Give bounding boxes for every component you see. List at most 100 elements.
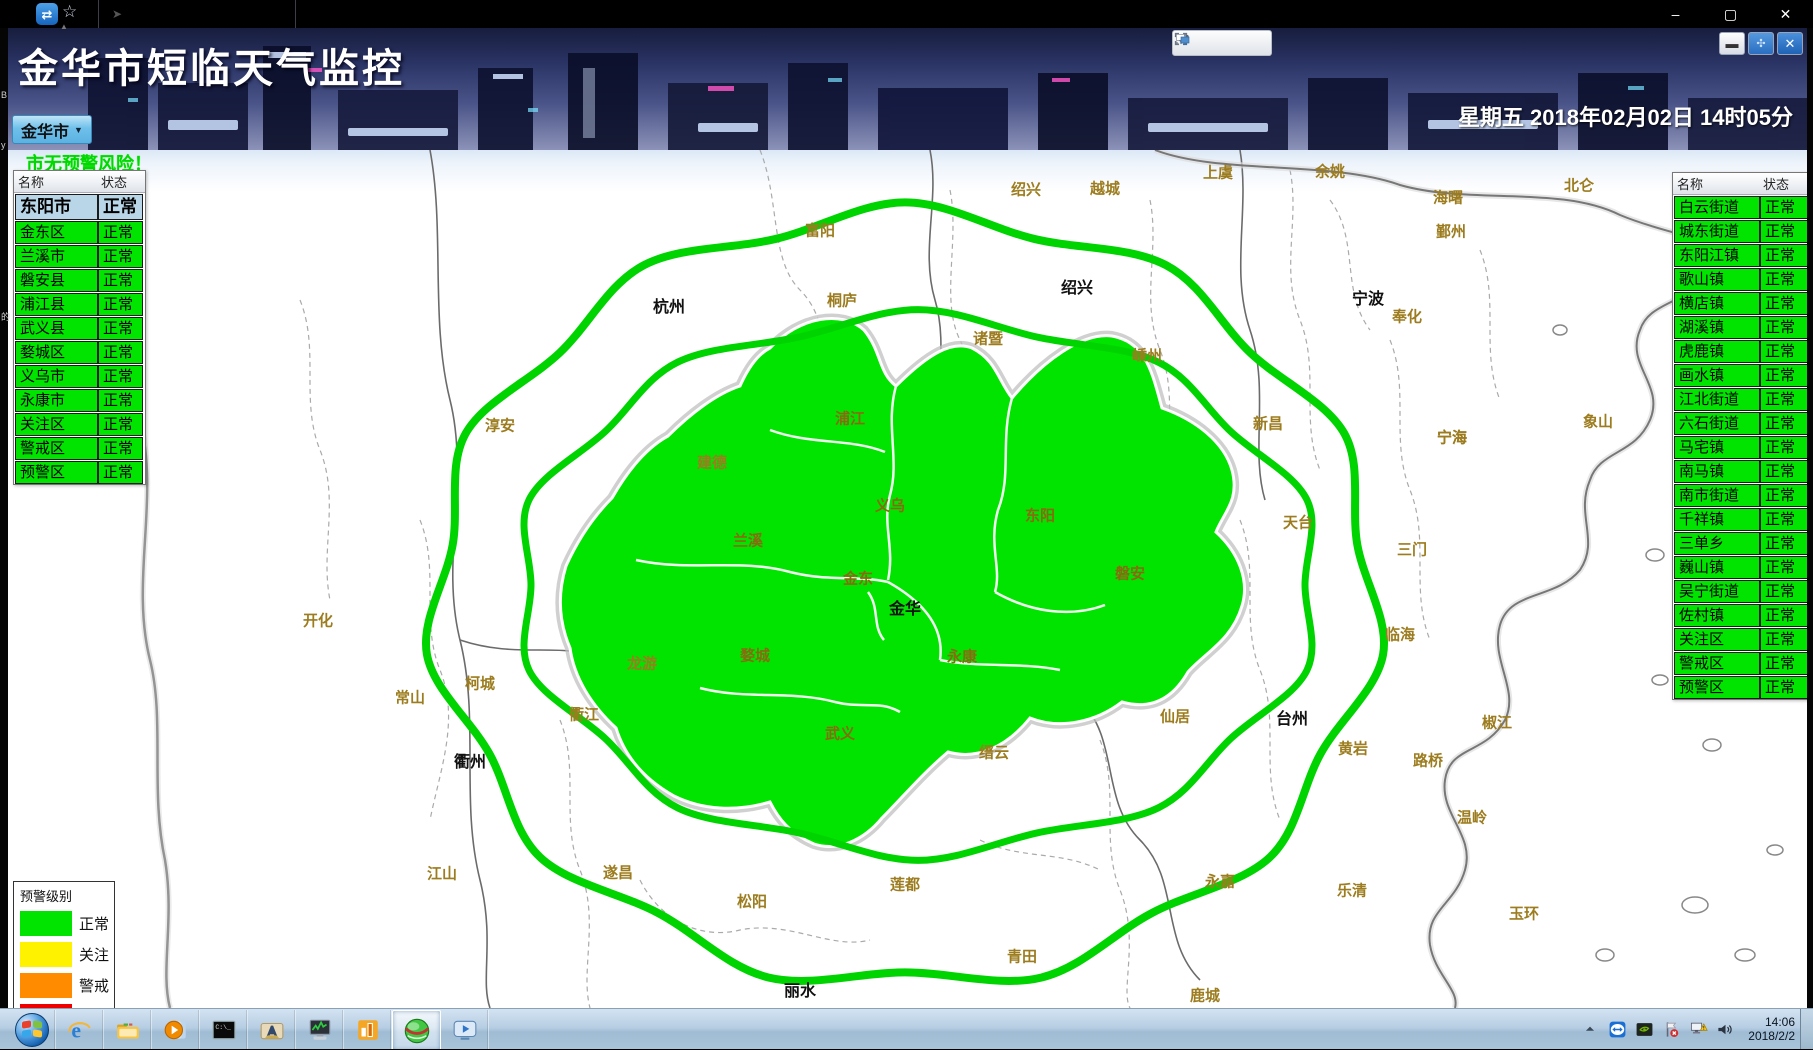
table-row[interactable]: 六石街道正常 xyxy=(1673,411,1807,435)
row-name: 南市街道 xyxy=(1674,484,1760,507)
map-label: 金华 xyxy=(889,595,921,619)
map-label: 江山 xyxy=(427,863,457,884)
chevron-down-icon[interactable] xyxy=(1224,33,1244,53)
show-desktop-button[interactable] xyxy=(1800,1009,1813,1049)
table-row[interactable]: 巍山镇正常 xyxy=(1673,555,1807,579)
table-row[interactable]: 东阳市正常 xyxy=(14,193,145,220)
table-row[interactable]: 画水镇正常 xyxy=(1673,363,1807,387)
office-app-icon[interactable] xyxy=(344,1010,392,1049)
table-row[interactable]: 南市街道正常 xyxy=(1673,483,1807,507)
table-row[interactable]: 永康市正常 xyxy=(14,388,145,412)
table-row[interactable]: 磐安县正常 xyxy=(14,268,145,292)
column-header[interactable]: 名称 xyxy=(14,171,97,192)
window-minimize-button[interactable]: – xyxy=(1648,6,1703,22)
table-row[interactable]: 城东街道正常 xyxy=(1673,219,1807,243)
row-name: 永康市 xyxy=(15,389,98,412)
row-name: 金东区 xyxy=(15,221,98,244)
table-row[interactable]: 南马镇正常 xyxy=(1673,459,1807,483)
row-status: 正常 xyxy=(98,461,143,484)
window-controls: – ▢ ✕ xyxy=(1648,0,1813,28)
map-label: 温岭 xyxy=(1457,807,1487,828)
row-status: 正常 xyxy=(98,437,143,460)
favorites-star-icon[interactable]: ☆ xyxy=(62,2,77,22)
app-fullscreen-button[interactable]: ✣ xyxy=(1748,32,1774,55)
tray-expand-icon[interactable] xyxy=(1580,1019,1600,1039)
table-row[interactable]: 警戒区正常 xyxy=(1673,651,1807,675)
map-label: 余姚 xyxy=(1315,161,1345,182)
row-status: 正常 xyxy=(1760,316,1807,339)
cmd-icon[interactable]: C:\_ xyxy=(200,1010,248,1049)
nvidia-icon[interactable] xyxy=(1634,1019,1654,1039)
legend-swatch xyxy=(20,911,72,936)
row-status: 正常 xyxy=(1760,556,1807,579)
page-title: 金华市短临天气监控 xyxy=(18,36,405,94)
app-minimize-button[interactable]: ▬ xyxy=(1719,32,1745,55)
column-header[interactable]: 状态 xyxy=(97,171,142,192)
table-row[interactable]: 义乌市正常 xyxy=(14,364,145,388)
table-row[interactable]: 浦江县正常 xyxy=(14,292,145,316)
table-row[interactable]: 佐村镇正常 xyxy=(1673,603,1807,627)
window-close-button[interactable]: ✕ xyxy=(1758,6,1813,23)
table-row[interactable]: 东阳江镇正常 xyxy=(1673,243,1807,267)
map-label: 衢州 xyxy=(454,748,486,772)
system-tray: 14:06 2018/2/2 xyxy=(1580,1009,1795,1049)
row-status: 正常 xyxy=(1760,580,1807,603)
table-row[interactable]: 千祥镇正常 xyxy=(1673,507,1807,531)
row-status: 正常 xyxy=(98,194,143,220)
video-player-icon[interactable] xyxy=(441,1010,489,1049)
volume-icon[interactable] xyxy=(1715,1019,1735,1039)
table-row[interactable]: 三单乡正常 xyxy=(1673,531,1807,555)
table-row[interactable]: 警戒区正常 xyxy=(14,436,145,460)
media-player-icon[interactable] xyxy=(152,1010,200,1049)
column-header[interactable]: 状态 xyxy=(1759,173,1807,194)
table-row[interactable]: 白云街道正常 xyxy=(1673,195,1807,219)
system-monitor-icon[interactable] xyxy=(296,1010,344,1049)
ie-icon[interactable]: e xyxy=(56,1010,104,1049)
dropdown-arrow-icon: ▼ xyxy=(74,125,83,135)
row-name: 警戒区 xyxy=(15,437,98,460)
row-name: 湖溪镇 xyxy=(1674,316,1760,339)
teamviewer-icon[interactable] xyxy=(1607,1019,1627,1039)
caret-icon: ▲ xyxy=(60,22,68,31)
city-selector-dropdown[interactable]: 金华市 ▼ xyxy=(12,115,92,144)
column-header[interactable]: 名称 xyxy=(1673,173,1759,194)
map-label: 北仑 xyxy=(1564,175,1594,196)
table-row[interactable]: 马宅镇正常 xyxy=(1673,435,1807,459)
table-row[interactable]: 横店镇正常 xyxy=(1673,291,1807,315)
table-row[interactable]: 吴宁街道正常 xyxy=(1673,579,1807,603)
table-row[interactable]: 虎鹿镇正常 xyxy=(1673,339,1807,363)
row-name: 佐村镇 xyxy=(1674,604,1760,627)
background-right-strip xyxy=(1807,28,1813,1008)
table-row[interactable]: 金东区正常 xyxy=(14,220,145,244)
map-label: 天台 xyxy=(1283,512,1313,533)
map-label: 越城 xyxy=(1090,178,1120,199)
weather-app-icon[interactable] xyxy=(392,1010,441,1050)
table-row[interactable]: 湖溪镇正常 xyxy=(1673,315,1807,339)
table-row[interactable]: 预警区正常 xyxy=(1673,675,1807,699)
taskbar-clock[interactable]: 14:06 2018/2/2 xyxy=(1748,1015,1795,1043)
monitors-icon[interactable] xyxy=(1248,33,1268,53)
table-row[interactable]: 关注区正常 xyxy=(1673,627,1807,651)
window-maximize-button[interactable]: ▢ xyxy=(1703,6,1758,23)
explorer-icon[interactable] xyxy=(104,1010,152,1049)
table-row[interactable]: 关注区正常 xyxy=(14,412,145,436)
map-label: 鄞州 xyxy=(1436,221,1466,242)
table-row[interactable]: 武义县正常 xyxy=(14,316,145,340)
map-label: 武义 xyxy=(825,723,855,744)
network-warning-icon[interactable] xyxy=(1688,1019,1708,1039)
table-row[interactable]: 江北街道正常 xyxy=(1673,387,1807,411)
table-row[interactable]: 兰溪市正常 xyxy=(14,244,145,268)
table-row[interactable]: 婺城区正常 xyxy=(14,340,145,364)
windows-orb-icon xyxy=(15,1013,49,1047)
fonts-folder-icon[interactable] xyxy=(248,1010,296,1049)
app-window-controls: ▬ ✣ ✕ xyxy=(1719,32,1803,55)
teamviewer-toolbar-icon[interactable]: ⇄ xyxy=(36,3,58,25)
table-row[interactable]: 歌山镇正常 xyxy=(1673,267,1807,291)
row-name: 磐安县 xyxy=(15,269,98,292)
action-center-icon[interactable] xyxy=(1661,1019,1681,1039)
svg-text:C:\_: C:\_ xyxy=(215,1023,231,1030)
table-row[interactable]: 预警区正常 xyxy=(14,460,145,484)
start-button[interactable] xyxy=(8,1010,56,1049)
app-close-button[interactable]: ✕ xyxy=(1777,32,1803,55)
fit-screen-icon[interactable] xyxy=(1200,33,1220,53)
